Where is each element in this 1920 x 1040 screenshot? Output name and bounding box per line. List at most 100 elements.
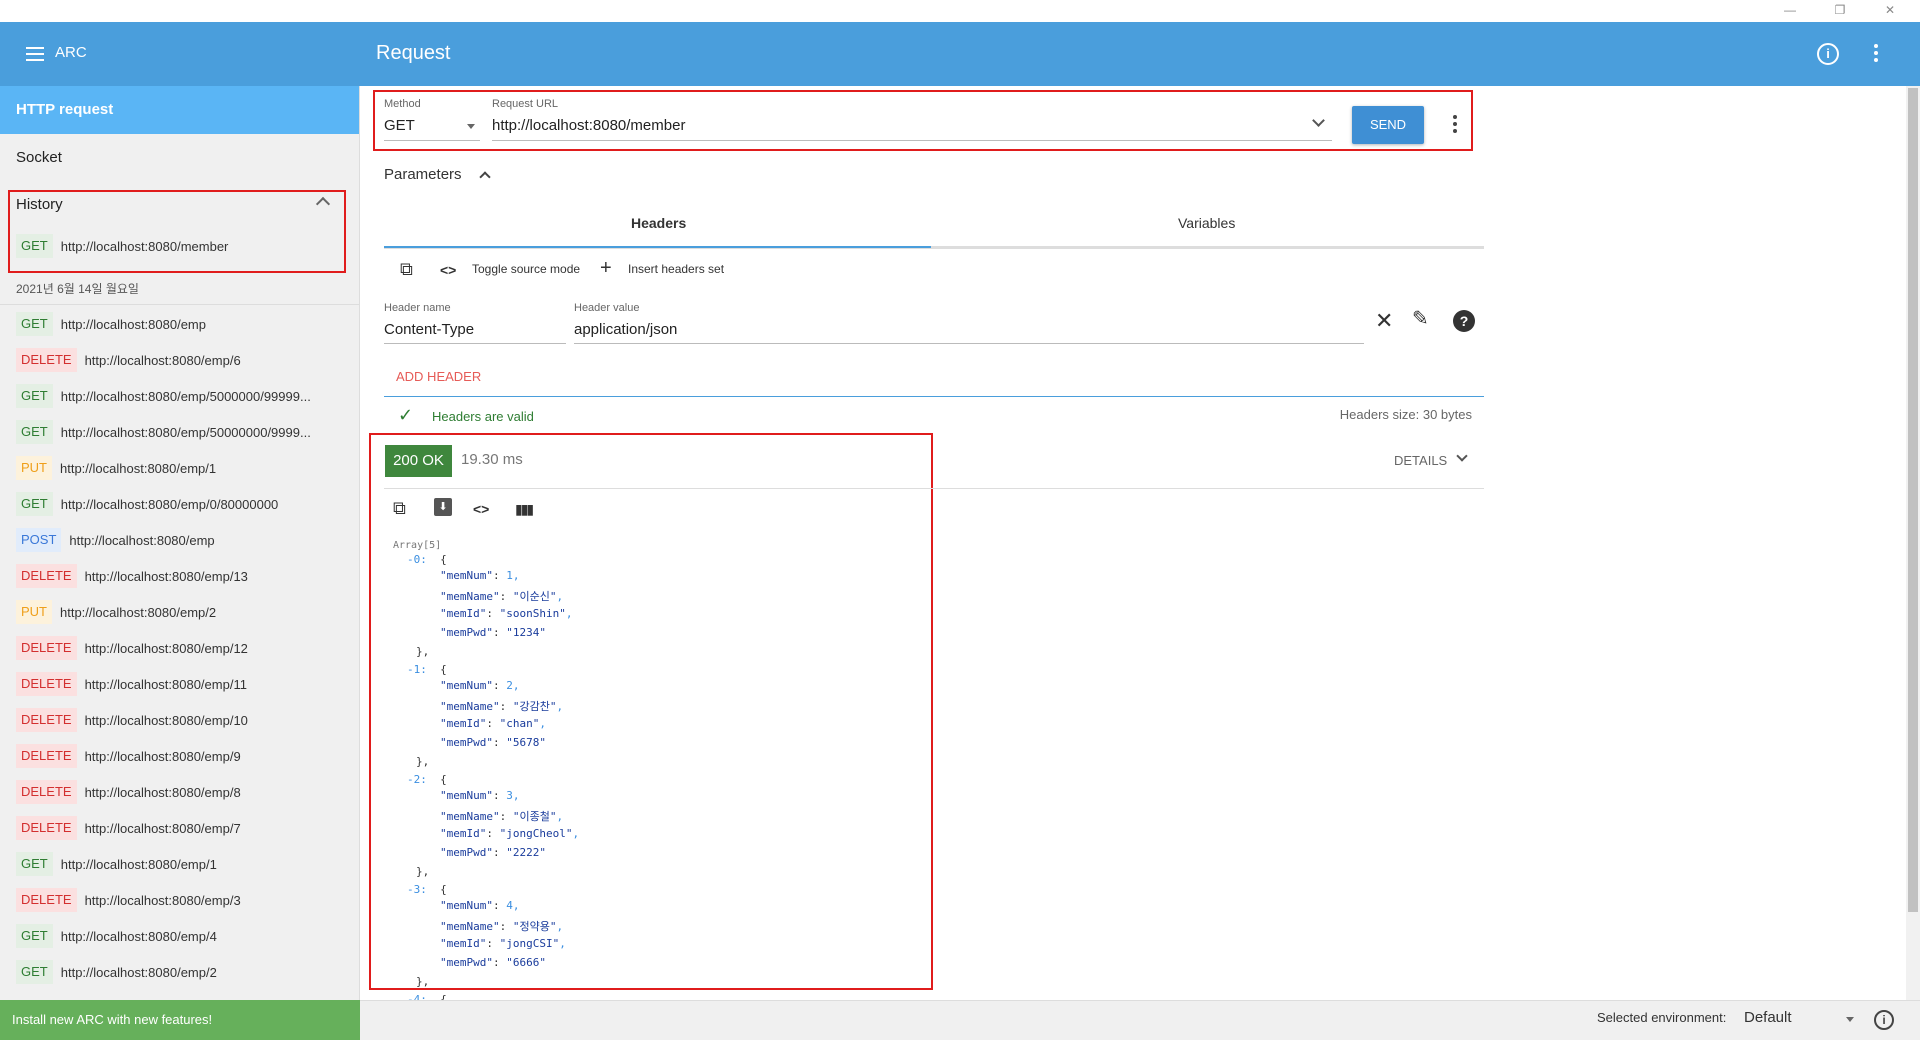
minimize-button[interactable]: — (1770, 0, 1810, 22)
request-menu-icon[interactable] (1453, 115, 1459, 136)
history-item[interactable]: GET http://localhost:8080/emp/2 (16, 958, 217, 986)
caret-down-icon[interactable] (467, 124, 475, 129)
header-value-underline (574, 343, 1364, 344)
headers-divider (384, 396, 1484, 397)
header-value-input[interactable]: application/json (574, 321, 677, 338)
chevron-up-icon[interactable] (479, 171, 491, 183)
copy-icon[interactable]: ⧉ (400, 259, 413, 280)
history-item[interactable]: PUT http://localhost:8080/emp/2 (16, 598, 216, 626)
history-url: http://localhost:8080/emp/6 (84, 352, 241, 368)
env-select[interactable]: Default (1744, 1009, 1792, 1026)
nav-http-request[interactable]: HTTP request (0, 86, 359, 134)
json-field: "memId": "chan", (440, 717, 546, 730)
history-url: http://localhost:8080/emp/4 (60, 928, 217, 944)
history-item[interactable]: PUT http://localhost:8080/emp/1 (16, 454, 216, 482)
close-icon[interactable]: ✕ (1375, 308, 1393, 334)
insert-headers-button[interactable]: Insert headers set (628, 262, 724, 276)
nav-socket[interactable]: Socket (0, 134, 359, 182)
method-badge: PUT (16, 600, 52, 624)
history-item[interactable]: DELETE http://localhost:8080/emp/8 (16, 778, 241, 806)
history-item[interactable]: DELETE http://localhost:8080/emp/6 (16, 346, 241, 374)
header-value-label: Header value (574, 302, 640, 314)
headers-valid-text: Headers are valid (432, 409, 534, 424)
tab-headers[interactable]: Headers (631, 215, 686, 231)
array-label: Array[5] (393, 540, 442, 551)
add-icon[interactable]: + (600, 257, 612, 280)
json-object-end: }, (416, 975, 430, 988)
parameters-toggle[interactable]: Parameters (384, 166, 462, 183)
json-object-end: }, (416, 755, 430, 768)
install-banner[interactable]: Install new ARC with new features! (0, 1000, 360, 1040)
json-field: "memName": "정약용", (440, 920, 564, 933)
history-url: http://localhost:8080/emp/50000000/9999.… (60, 424, 311, 440)
history-item[interactable]: DELETE http://localhost:8080/emp/11 (16, 670, 247, 698)
url-underline (492, 140, 1332, 141)
json-field: "memPwd": "6666" (440, 956, 546, 969)
close-window-button[interactable]: ✕ (1870, 0, 1910, 22)
method-badge: DELETE (16, 636, 77, 660)
history-item[interactable]: POST http://localhost:8080/emp (16, 526, 215, 554)
history-item[interactable]: GET http://localhost:8080/emp (16, 310, 206, 338)
history-item[interactable]: DELETE http://localhost:8080/emp/9 (16, 742, 241, 770)
method-badge: GET (16, 852, 53, 876)
chevron-down-icon[interactable] (1456, 450, 1468, 462)
history-item[interactable]: DELETE http://localhost:8080/emp/3 (16, 886, 241, 914)
history-url: http://localhost:8080/emp/9 (84, 748, 241, 764)
help-icon[interactable]: ? (1453, 310, 1475, 332)
history-item[interactable]: GET http://localhost:8080/emp/5000000/999… (16, 382, 311, 410)
method-badge: GET (16, 384, 53, 408)
code-icon[interactable]: <> (473, 501, 489, 517)
copy-icon[interactable]: ⧉ (393, 498, 406, 519)
history-item[interactable]: GET http://localhost:8080/emp/0/80000000 (16, 490, 278, 518)
add-header-button[interactable]: ADD HEADER (396, 369, 481, 384)
history-url: http://localhost:8080/emp/11 (84, 676, 247, 692)
method-badge: DELETE (16, 564, 77, 588)
history-url: http://localhost:8080/emp/0/80000000 (60, 496, 279, 512)
caret-down-icon[interactable] (1846, 1017, 1854, 1022)
json-field: "memId": "jongCSI", (440, 937, 566, 950)
history-item[interactable]: GET http://localhost:8080/emp/50000000/99… (16, 418, 311, 446)
toggle-source-button[interactable]: Toggle source mode (472, 262, 580, 276)
code-icon[interactable]: <> (440, 262, 456, 278)
method-badge: DELETE (16, 708, 77, 732)
details-button[interactable]: DETAILS (1394, 453, 1447, 468)
method-badge: GET (16, 960, 53, 984)
history-item[interactable]: GET http://localhost:8080/emp/1 (16, 850, 217, 878)
restore-button[interactable]: ❐ (1820, 0, 1860, 22)
method-underline (384, 140, 480, 141)
pencil-icon[interactable]: ✎ (1412, 306, 1429, 331)
tab-variables[interactable]: Variables (1178, 215, 1235, 231)
header-name-input[interactable]: Content-Type (384, 321, 474, 338)
menu-icon[interactable] (26, 47, 44, 61)
history-item[interactable]: DELETE http://localhost:8080/emp/7 (16, 814, 241, 842)
history-item[interactable]: DELETE http://localhost:8080/emp/13 (16, 562, 248, 590)
check-icon: ✓ (398, 405, 414, 425)
method-badge: DELETE (16, 816, 77, 840)
history-item-pinned[interactable]: GET http://localhost:8080/member (16, 232, 228, 260)
history-item[interactable]: DELETE http://localhost:8080/emp/10 (16, 706, 248, 734)
info-icon[interactable]: i (1874, 1010, 1894, 1030)
history-url: http://localhost:8080/emp/13 (84, 568, 248, 584)
history-item[interactable]: DELETE http://localhost:8080/emp/12 (16, 634, 248, 662)
method-badge: GET (16, 420, 53, 444)
info-icon[interactable]: i (1817, 43, 1839, 65)
method-badge: GET (16, 924, 53, 948)
tab-indicator (384, 246, 931, 248)
history-title[interactable]: History (16, 196, 341, 213)
json-field: "memNum": 3, (440, 789, 520, 802)
history-item[interactable]: GET http://localhost:8080/emp/4 (16, 922, 217, 950)
method-badge: GET (16, 492, 53, 516)
json-field: "memId": "jongCheol", (440, 827, 580, 840)
scrollbar-thumb[interactable] (1908, 88, 1918, 912)
send-button[interactable]: SEND (1352, 106, 1424, 144)
save-icon[interactable]: ⬇ (434, 498, 452, 516)
columns-icon[interactable]: ▮▮▮ (515, 501, 534, 518)
method-select[interactable]: GET (384, 117, 415, 134)
method-label: Method (384, 98, 421, 110)
json-field: "memPwd": "1234" (440, 626, 546, 639)
method-badge: GET (16, 312, 53, 336)
window-titlebar: — ❐ ✕ (0, 0, 1920, 22)
more-vert-icon[interactable] (1872, 44, 1880, 64)
history-url: http://localhost:8080/emp/8 (84, 784, 241, 800)
url-input[interactable]: http://localhost:8080/member (492, 117, 685, 134)
